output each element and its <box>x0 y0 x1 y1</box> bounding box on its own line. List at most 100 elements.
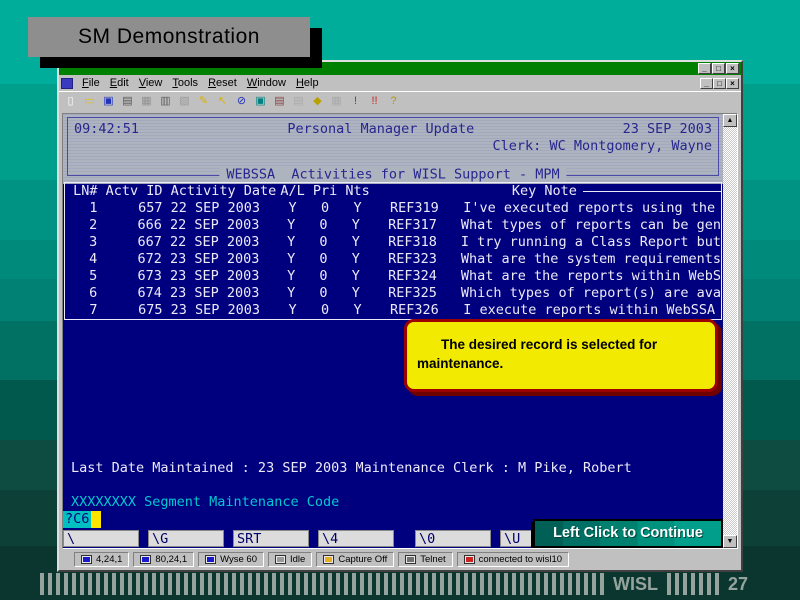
activity-row[interactable]: 7 675 23 SEP 2003 Y 0 Y REF326 I execute… <box>65 302 721 319</box>
run-macro-icon[interactable]: ! <box>347 94 364 110</box>
save-icon[interactable]: ▣ <box>100 94 117 110</box>
annotation-callout: The desired record is selected for maint… <box>404 319 718 392</box>
command-value[interactable]: ?C6 <box>63 511 91 528</box>
print-off-icon[interactable]: ▤ <box>290 94 307 110</box>
help-icon[interactable]: ? <box>385 94 402 110</box>
col-header-al: A/L <box>276 183 309 200</box>
capture-status-icon <box>323 555 334 564</box>
mdi-restore-icon[interactable]: □ <box>713 78 726 89</box>
keynote-label: Key Note <box>512 183 577 200</box>
open-session-icon[interactable]: ↖ <box>214 94 231 110</box>
continue-button-label: Left Click to Continue <box>553 525 703 542</box>
terminal-screen: 09:42:51 Personal Manager Update 23 SEP … <box>63 114 723 548</box>
printer-status-icon <box>275 555 286 564</box>
col-header-activity-date: Activity Date <box>163 183 277 200</box>
menu-item[interactable]: View <box>134 77 168 89</box>
header-line-1: 09:42:51 Personal Manager Update 23 SEP … <box>68 118 718 138</box>
field-input[interactable]: \G <box>148 530 224 547</box>
terminal-frame: 09:42:51 Personal Manager Update 23 SEP … <box>62 113 738 549</box>
callout-line-2: maintenance. <box>407 354 715 373</box>
screen-banner: WEBSSA Activities for WISL Support - MPM <box>219 167 566 184</box>
slide-title: SM Demonstration <box>78 25 260 49</box>
slide-footer: WISL 27 <box>40 573 748 595</box>
menu-bar: _ □ × File Edit View Tools Reset Window … <box>59 75 741 91</box>
continue-button[interactable]: Left Click to Continue <box>533 519 723 548</box>
stop-macro-icon[interactable]: !! <box>366 94 383 110</box>
slide: SM Demonstration _ □ × _ □ × File Edit V… <box>0 0 800 600</box>
menu-item[interactable]: File <box>77 77 105 89</box>
new-document-icon[interactable]: ▯ <box>62 94 79 110</box>
maintenance-info: Last Date Maintained : 23 SEP 2003 Maint… <box>71 460 632 477</box>
scroll-down-icon[interactable]: ▼ <box>723 535 737 548</box>
status-segment: Capture Off <box>316 552 394 567</box>
terminal-window: _ □ × _ □ × File Edit View Tools Reset W… <box>57 60 743 572</box>
status-segment: Telnet <box>398 552 452 567</box>
footer-bars-left <box>40 573 604 595</box>
restore-icon[interactable]: □ <box>712 63 725 74</box>
connection-type-icon <box>405 555 416 564</box>
app-icon[interactable] <box>61 78 73 89</box>
menu-item[interactable]: Edit <box>105 77 134 89</box>
callout-line-1: The desired record is selected for <box>407 335 715 354</box>
activity-row[interactable]: 2 666 22 SEP 2003 Y 0 Y REF317 What type… <box>65 217 721 234</box>
activity-row[interactable]: 4 672 23 SEP 2003 Y 0 Y REF323 What are … <box>65 251 721 268</box>
col-header-pri: Pri <box>309 183 342 200</box>
activity-row[interactable]: 5 673 23 SEP 2003 Y 0 Y REF324 What are … <box>65 268 721 285</box>
minimize-icon[interactable]: _ <box>698 63 711 74</box>
lock-icon[interactable]: ◆ <box>309 94 326 110</box>
terminal-header-panel: 09:42:51 Personal Manager Update 23 SEP … <box>63 114 723 184</box>
paste-icon[interactable]: ▧ <box>176 94 193 110</box>
activities-table: LN# Actv ID Activity Date A/L Pri Nts Ke… <box>64 182 722 320</box>
status-segment: Wyse 60 <box>198 552 264 567</box>
field-input[interactable]: \0 <box>415 530 491 547</box>
field-input[interactable]: SRT <box>233 530 309 547</box>
activity-row[interactable]: 6 674 23 SEP 2003 Y 0 Y REF325 Which typ… <box>65 285 721 302</box>
status-segment: 80,24,1 <box>133 552 194 567</box>
session-time: 09:42:51 <box>74 121 139 138</box>
col-header-actv-id: Actv ID <box>98 183 163 200</box>
col-header-key-note: Key Note <box>374 183 721 200</box>
footer-brand: WISL <box>613 574 658 595</box>
close-icon[interactable]: × <box>726 63 739 74</box>
segment-maintenance-label: XXXXXXXX Segment Maintenance Code <box>71 494 339 511</box>
text-cursor <box>91 511 101 528</box>
footer-bars-right <box>667 573 719 595</box>
mdi-minimize-icon[interactable]: _ <box>700 78 713 89</box>
clerk-line: Clerk: WC Montgomery, Wayne <box>68 138 718 155</box>
window-titlebar: _ □ × <box>59 62 741 75</box>
keynote-dash <box>583 191 721 192</box>
cursor-position-icon <box>81 555 92 564</box>
menu-item[interactable]: Reset <box>203 77 242 89</box>
disconnect-icon[interactable]: ⊘ <box>233 94 250 110</box>
col-header-nts: Nts <box>341 183 374 200</box>
table-header-row: LN# Actv ID Activity Date A/L Pri Nts Ke… <box>65 183 721 200</box>
field-input[interactable]: \ <box>63 530 139 547</box>
print-icon[interactable]: ▤ <box>119 94 136 110</box>
open-folder-icon[interactable]: ▭ <box>81 94 98 110</box>
command-line[interactable]: ?C6 <box>63 511 101 528</box>
font-icon[interactable]: ▦ <box>138 94 155 110</box>
connection-status-icon <box>464 555 475 564</box>
function-fields: \ \G SRT \4 \0 \U <box>63 530 576 547</box>
activity-row[interactable]: 3 667 22 SEP 2003 Y 0 Y REF318 I try run… <box>65 234 721 251</box>
terminal-icon[interactable]: ▣ <box>252 94 269 110</box>
terminal-type-icon <box>205 555 216 564</box>
session-date: 23 SEP 2003 <box>623 121 712 138</box>
screen-title: Personal Manager Update <box>287 121 474 138</box>
settings-icon[interactable]: ▦ <box>328 94 345 110</box>
toolbar: ▯ ▭ ▣ ▤ ▦ ▥ <box>59 91 741 111</box>
copy-icon[interactable]: ▥ <box>157 94 174 110</box>
menu-item[interactable]: Help <box>291 77 324 89</box>
slide-title-box: SM Demonstration <box>28 17 310 57</box>
table-body: 1 657 22 SEP 2003 Y 0 Y REF319 I've exec… <box>65 200 721 319</box>
activity-row[interactable]: 1 657 22 SEP 2003 Y 0 Y REF319 I've exec… <box>65 200 721 217</box>
page-number: 27 <box>728 574 748 595</box>
menu-item[interactable]: Tools <box>167 77 203 89</box>
mdi-close-icon[interactable]: × <box>726 78 739 89</box>
vertical-scrollbar[interactable]: ▲ ▼ <box>723 114 737 548</box>
print-capture-icon[interactable]: ▤ <box>271 94 288 110</box>
scroll-up-icon[interactable]: ▲ <box>723 114 737 127</box>
edit-session-icon[interactable]: ✎ <box>195 94 212 110</box>
field-input[interactable]: \4 <box>318 530 394 547</box>
menu-item[interactable]: Window <box>242 77 291 89</box>
